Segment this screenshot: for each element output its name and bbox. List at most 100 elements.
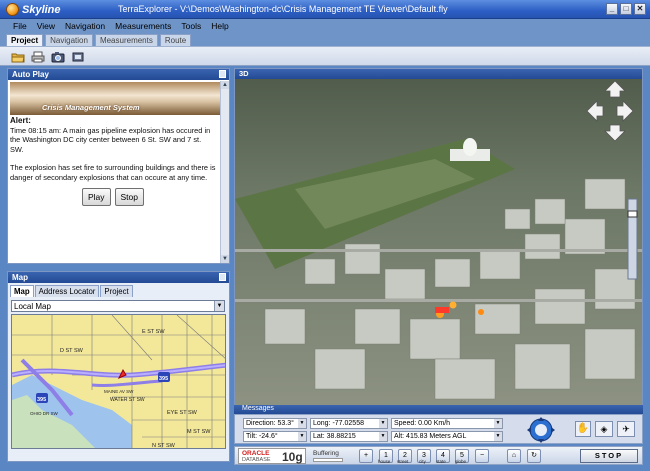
autoplay-buttons: Play Stop — [10, 188, 216, 206]
zoom-street-caption: street — [397, 459, 409, 464]
open-folder-icon[interactable] — [10, 49, 26, 64]
map-title: Map — [12, 273, 28, 282]
hand-tool-icon[interactable]: ✋ — [575, 421, 591, 437]
tenG-text: 10g — [282, 450, 303, 464]
altitude-value: Alt: 415.83 Meters AGL — [394, 433, 467, 440]
direction-readout[interactable]: Direction: 53.3° ▼ — [243, 418, 307, 429]
street-label-water: WATER ST SW — [110, 397, 145, 403]
autoplay-header: Auto Play — [8, 69, 229, 80]
camera-icon[interactable] — [50, 49, 66, 64]
speed-value: Speed: 0.00 Km/h — [394, 420, 451, 427]
menu-tools[interactable]: Tools — [176, 19, 206, 33]
map-tabs: Map Address Locator Project — [8, 283, 229, 297]
pin-icon[interactable] — [219, 273, 226, 281]
lock-icon[interactable]: ⌂ — [507, 449, 521, 463]
menu-navigation[interactable]: Navigation — [60, 19, 110, 33]
pin-icon[interactable] — [219, 70, 226, 78]
menu-help[interactable]: Help — [206, 19, 233, 33]
oracle-text: ORACLE — [242, 450, 270, 457]
rotate-icon[interactable]: ↻ — [527, 449, 541, 463]
terraexplorer-window: Skyline TerraExplorer - V:\Demos\Washing… — [0, 0, 650, 471]
tab-navigation[interactable]: Navigation — [45, 34, 93, 46]
zoom-in-icon[interactable]: + — [359, 449, 373, 463]
menu-measurements[interactable]: Measurements — [110, 19, 176, 33]
explosion-marker[interactable] — [435, 307, 449, 313]
street-label-maine: MAINE AV SW — [104, 389, 134, 394]
zoom-state-caption: state — [436, 459, 446, 464]
tilt-readout[interactable]: Tilt: -24.6° ▼ — [243, 431, 307, 442]
chevron-down-icon[interactable]: ▼ — [214, 301, 224, 311]
latitude-readout[interactable]: Lat: 38.88215 ▼ — [310, 431, 388, 442]
buffering-progress — [313, 458, 343, 462]
map-tab-map[interactable]: Map — [10, 285, 34, 297]
fly-mode-icon[interactable]: ✈ — [617, 421, 635, 437]
alert-header: Alert: — [10, 116, 31, 125]
zoom-house-caption: house — [378, 459, 391, 464]
alert-text: Alert: Time 08:15 am: A main gas pipelin… — [8, 115, 218, 207]
window-title: TerraExplorer - V:\Demos\Washington-dc\C… — [118, 4, 448, 14]
map-tab-address-locator[interactable]: Address Locator — [34, 285, 100, 297]
tilt-value: Tilt: -24.6° — [246, 433, 278, 440]
title-bar: Skyline TerraExplorer - V:\Demos\Washing… — [0, 0, 650, 19]
oracle-logo: ORACLE DATABASE 10g — [238, 448, 306, 464]
hwy-shield-395-east: 395 — [159, 376, 168, 382]
tab-measurements[interactable]: Measurements — [94, 34, 158, 46]
menu-view[interactable]: View — [32, 19, 60, 33]
street-label-e: E ST SW — [142, 329, 165, 335]
tab-route[interactable]: Route — [159, 34, 192, 46]
minimize-button[interactable]: _ — [606, 3, 618, 15]
zoom-out-icon[interactable]: − — [475, 449, 489, 463]
window-controls: _ □ ✕ — [606, 3, 646, 15]
toolbar — [0, 46, 650, 66]
autoplay-title: Auto Play — [12, 70, 49, 79]
database-text: DATABASE — [242, 457, 271, 463]
alert-paragraph-1: Time 08:15 am: A main gas pipeline explo… — [10, 125, 211, 154]
map-tab-project[interactable]: Project — [100, 285, 133, 297]
street-label-ohio: OHIO DR SW — [30, 411, 59, 416]
stop-button[interactable]: STOP — [580, 449, 638, 463]
buffering-label: Buffering — [313, 450, 339, 457]
tab-project[interactable]: Project — [6, 34, 44, 46]
autoplay-panel: Auto Play Crisis Management System Alert… — [7, 68, 230, 264]
banner-label: Crisis Management System — [42, 103, 140, 112]
street-label-d: D ST SW — [60, 348, 84, 354]
globe-view-icon[interactable]: ◈ — [595, 421, 613, 437]
play-button[interactable]: Play — [81, 188, 111, 206]
compass-control[interactable] — [523, 416, 559, 443]
zoom-city-caption: city — [419, 459, 426, 464]
settings-icon[interactable] — [70, 49, 86, 64]
latitude-value: Lat: 38.88215 — [313, 433, 356, 440]
skyline-logo: Skyline — [6, 2, 61, 17]
tab-bar: Project Navigation Measurements Route — [0, 33, 650, 46]
altitude-readout[interactable]: Alt: 415.83 Meters AGL ▼ — [391, 431, 503, 442]
close-button[interactable]: ✕ — [634, 3, 646, 15]
3d-view-header: 3D — [235, 69, 642, 79]
globe-icon — [6, 3, 19, 16]
print-icon[interactable] — [30, 49, 46, 64]
bottom-bar: ORACLE DATABASE 10g Buffering + 1 house … — [234, 446, 643, 465]
maximize-button[interactable]: □ — [620, 3, 632, 15]
menu-file[interactable]: File — [8, 19, 32, 33]
zoom-globe-caption: globe — [455, 459, 467, 464]
longitude-readout[interactable]: Long: -77.02558 ▼ — [310, 418, 388, 429]
map-panel: Map Map Address Locator Project Local Ma… — [7, 271, 230, 462]
hwy-shield-395-west: 395 — [37, 397, 46, 403]
crisis-banner: Crisis Management System — [10, 82, 227, 115]
speed-readout[interactable]: Speed: 0.00 Km/h ▼ — [391, 418, 503, 429]
messages-bar[interactable]: Messages — [234, 405, 643, 414]
direction-value: Direction: 53.3° — [246, 420, 294, 427]
3d-view[interactable]: 3D — [234, 68, 643, 406]
longitude-value: Long: -77.02558 — [313, 420, 364, 427]
alert-paragraph-2: The explosion has set fire to surroundin… — [10, 163, 216, 182]
camera-readouts: Direction: 53.3° ▼ Tilt: -24.6° ▼ Long: -7… — [234, 414, 643, 444]
scroll-down-icon[interactable]: ▼ — [221, 255, 229, 263]
map-header: Map — [8, 272, 229, 283]
map-select[interactable]: Local Map ▼ — [11, 300, 225, 312]
street-label-eye: EYE ST SW — [167, 410, 198, 416]
local-map[interactable]: E ST SW D ST SW WATER ST SW EYE ST SW M … — [11, 314, 226, 449]
autoplay-scrollbar[interactable]: ▲ ▼ — [220, 81, 229, 263]
scroll-up-icon[interactable]: ▲ — [221, 81, 229, 89]
stop-button[interactable]: Stop — [114, 188, 145, 206]
menu-bar: File View Navigation Measurements Tools … — [0, 19, 650, 33]
messages-title: Messages — [242, 405, 274, 412]
